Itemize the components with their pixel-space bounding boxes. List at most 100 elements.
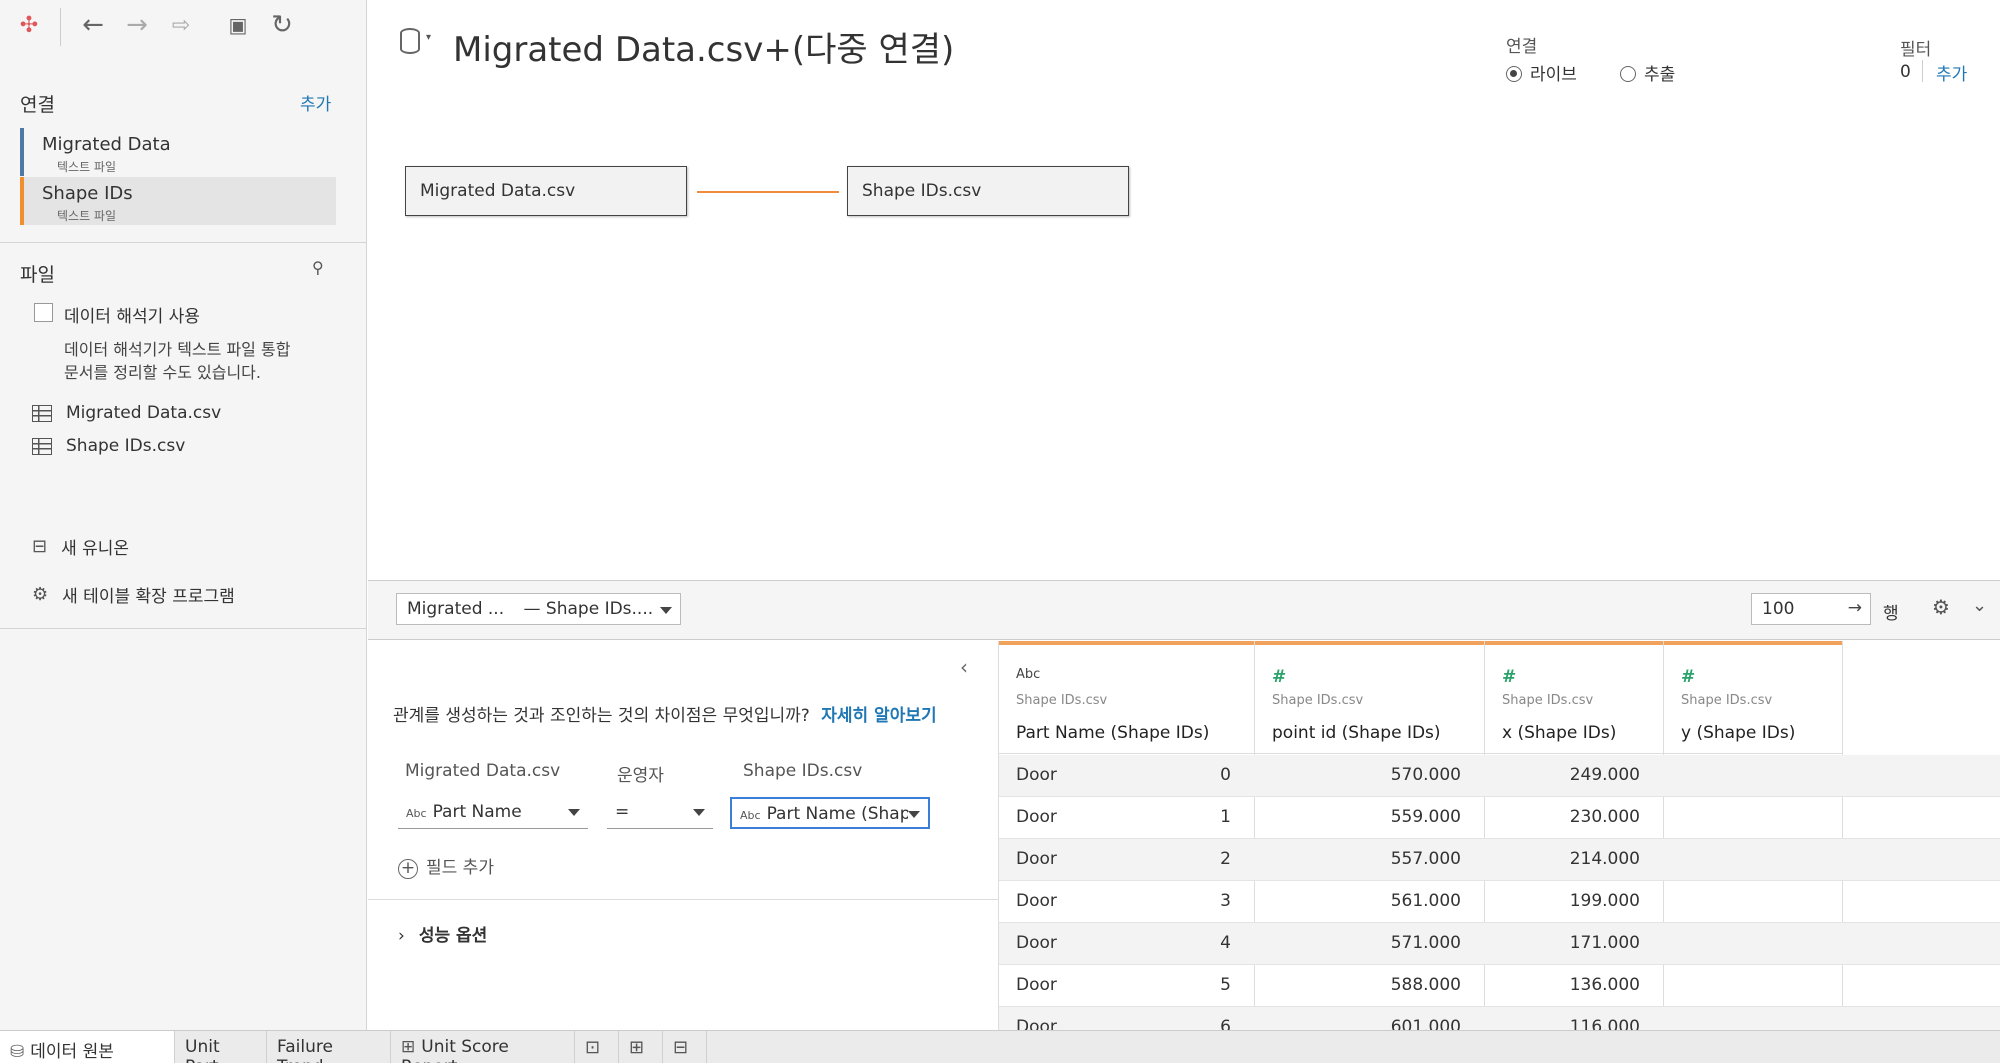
cell-part-name: Door bbox=[1016, 849, 1057, 869]
settings-gear-icon[interactable]: ⚙ bbox=[1932, 595, 1950, 619]
middle-bar: Migrated ... — Shape IDs.... 100 → 행 ⚙ ⌄ bbox=[368, 580, 2000, 640]
string-type-icon: Abc bbox=[406, 807, 427, 820]
string-type-icon: Abc bbox=[740, 809, 761, 822]
collapse-chevron-icon[interactable]: ⌄ bbox=[1972, 595, 1987, 616]
string-type-icon[interactable]: Abc bbox=[1016, 667, 1040, 682]
column-name[interactable]: Part Name (Shape IDs) bbox=[1016, 723, 1209, 743]
number-type-icon[interactable]: # bbox=[1681, 667, 1695, 687]
performance-options-toggle[interactable]: › 성능 옵션 bbox=[398, 921, 487, 946]
column-header[interactable]: # Shape IDs.csv point id (Shape IDs) bbox=[1255, 641, 1484, 754]
new-worksheet-icon[interactable]: ⊡ bbox=[575, 1031, 619, 1063]
cell-x: 561.000 bbox=[1390, 891, 1461, 911]
column-header[interactable]: Abc Shape IDs.csv Part Name (Shape IDs) bbox=[999, 641, 1254, 754]
table-box-migrated-data[interactable]: Migrated Data.csv bbox=[405, 166, 687, 216]
cell-part-name: Door bbox=[1016, 807, 1057, 827]
filter-separator bbox=[1922, 60, 1923, 82]
column-name[interactable]: x (Shape IDs) bbox=[1502, 723, 1616, 743]
table-row: Door 3 561.000 199.000 bbox=[999, 881, 2000, 923]
rows-input[interactable]: 100 → bbox=[1751, 593, 1871, 625]
column-name[interactable]: y (Shape IDs) bbox=[1681, 723, 1795, 743]
connection-migrated-data[interactable]: Migrated Data 텍스트 파일 bbox=[20, 128, 336, 176]
file-item[interactable]: Migrated Data.csv bbox=[32, 400, 221, 426]
interpreter-checkbox[interactable] bbox=[34, 303, 53, 322]
tab-unit-part[interactable]: Unit Part bbox=[175, 1031, 267, 1063]
search-icon[interactable]: ⚲ bbox=[312, 258, 324, 277]
save-icon[interactable]: ▣ bbox=[223, 10, 253, 40]
interpreter-desc: 문서를 정리할 수도 있습니다. bbox=[64, 363, 261, 382]
connections-title: 연결 bbox=[20, 94, 55, 116]
refresh-icon[interactable]: ↻ bbox=[267, 10, 297, 40]
operator-select[interactable]: = bbox=[607, 797, 713, 829]
column-name[interactable]: point id (Shape IDs) bbox=[1272, 723, 1441, 743]
file-name: Migrated Data.csv bbox=[66, 403, 222, 423]
table-box-shape-ids[interactable]: Shape IDs.csv bbox=[847, 166, 1129, 216]
add-filter-link[interactable]: 추가 bbox=[1936, 60, 1967, 85]
cell-point-id: 1 bbox=[1220, 807, 1231, 827]
cell-x: 601.000 bbox=[1390, 1017, 1461, 1030]
column-header[interactable]: # Shape IDs.csv y (Shape IDs) bbox=[1664, 641, 1842, 754]
left-table-header: Migrated Data.csv bbox=[405, 761, 561, 781]
cell-point-id: 5 bbox=[1220, 975, 1231, 995]
forward-arrow-icon[interactable]: → bbox=[122, 10, 152, 40]
chevron-down-icon[interactable]: ▾ bbox=[426, 32, 431, 43]
datasource-icon[interactable] bbox=[400, 28, 420, 54]
join-question: 관계를 생성하는 것과 조인하는 것의 차이점은 무엇입니까? 자세히 알아보기 bbox=[393, 701, 937, 726]
live-radio[interactable]: 라이브 bbox=[1506, 60, 1577, 85]
right-field-select[interactable]: Abc Part Name (Shap bbox=[730, 797, 930, 829]
tab-data-source[interactable]: ⛁ 데이터 원본 bbox=[0, 1031, 175, 1063]
connection-type: 텍스트 파일 bbox=[57, 160, 117, 174]
chevron-down-icon bbox=[693, 809, 705, 816]
toolbar: ✣ ← → ⇨ ▣ ↻ bbox=[0, 0, 367, 52]
table-row: Door 0 570.000 249.000 bbox=[999, 755, 2000, 797]
divider bbox=[368, 899, 998, 900]
back-arrow-icon[interactable]: ← bbox=[78, 10, 108, 40]
add-connection-link[interactable]: 추가 bbox=[300, 90, 331, 115]
performance-options-label: 성능 옵션 bbox=[418, 926, 488, 946]
table-row: Door 6 601.000 116.000 bbox=[999, 1007, 2000, 1030]
new-union[interactable]: ⊟ 새 유니온 bbox=[32, 533, 129, 559]
right-field-name: Part Name (Shap bbox=[766, 804, 911, 824]
cell-point-id: 3 bbox=[1220, 891, 1231, 911]
number-type-icon[interactable]: # bbox=[1502, 667, 1516, 687]
cell-point-id: 4 bbox=[1220, 933, 1231, 953]
add-field-button[interactable]: + 필드 추가 bbox=[398, 853, 494, 879]
number-type-icon[interactable]: # bbox=[1272, 667, 1286, 687]
column-source: Shape IDs.csv bbox=[1016, 693, 1108, 708]
extract-radio[interactable]: 추출 bbox=[1620, 60, 1675, 85]
connection-label: 연결 bbox=[1506, 37, 1538, 57]
datasource-icon: ⛁ bbox=[10, 1042, 25, 1062]
column-source: Shape IDs.csv bbox=[1502, 693, 1594, 708]
cell-x: 557.000 bbox=[1390, 849, 1461, 869]
left-panel: ✣ ← → ⇨ ▣ ↻ 연결 추가 Migrated Data 텍스트 파일 S… bbox=[0, 0, 367, 1030]
datasource-title[interactable]: Migrated Data.csv+(다중 연결) bbox=[453, 22, 954, 71]
tableau-logo-icon[interactable]: ✣ bbox=[14, 10, 44, 40]
tab-unit-score-report[interactable]: ⊞Unit Score Report bbox=[391, 1031, 575, 1063]
column-header[interactable]: # Shape IDs.csv x (Shape IDs) bbox=[1485, 641, 1663, 754]
cell-point-id: 6 bbox=[1220, 1017, 1231, 1030]
enter-arrow-icon[interactable]: → bbox=[1848, 598, 1862, 618]
new-dashboard-icon[interactable]: ⊞ bbox=[619, 1031, 663, 1063]
filter-count: 0 bbox=[1900, 62, 1911, 82]
table-icon bbox=[32, 404, 52, 422]
tab-failure-trend[interactable]: Failure Trend bbox=[267, 1031, 391, 1063]
relationship-line[interactable] bbox=[697, 191, 839, 193]
new-story-icon[interactable]: ⊟ bbox=[663, 1031, 707, 1063]
column-source: Shape IDs.csv bbox=[1272, 693, 1364, 708]
cell-part-name: Door bbox=[1016, 891, 1057, 911]
join-select-dropdown[interactable]: Migrated ... — Shape IDs.... bbox=[396, 593, 681, 625]
left-field-name: Part Name bbox=[432, 802, 522, 822]
rows-value: 100 bbox=[1762, 599, 1795, 619]
new-table-extension[interactable]: ⚙ 새 테이블 확장 프로그램 bbox=[32, 581, 235, 607]
connection-name: Migrated Data bbox=[42, 134, 171, 155]
cell-part-name: Door bbox=[1016, 975, 1057, 995]
collapse-panel-icon[interactable]: ‹ bbox=[960, 655, 968, 679]
connection-shape-ids[interactable]: Shape IDs 텍스트 파일 bbox=[20, 177, 336, 225]
learn-more-link[interactable]: 자세히 알아보기 bbox=[821, 706, 936, 726]
redo-dropdown-icon[interactable]: ⇨ bbox=[166, 10, 196, 40]
file-item[interactable]: Shape IDs.csv bbox=[32, 433, 185, 459]
left-field-select[interactable]: Abc Part Name bbox=[398, 797, 588, 829]
union-icon: ⊟ bbox=[32, 535, 48, 557]
new-union-label: 새 유니온 bbox=[61, 538, 130, 559]
tab-label: 데이터 원본 bbox=[30, 1042, 114, 1062]
extension-icon: ⚙ bbox=[32, 583, 49, 605]
